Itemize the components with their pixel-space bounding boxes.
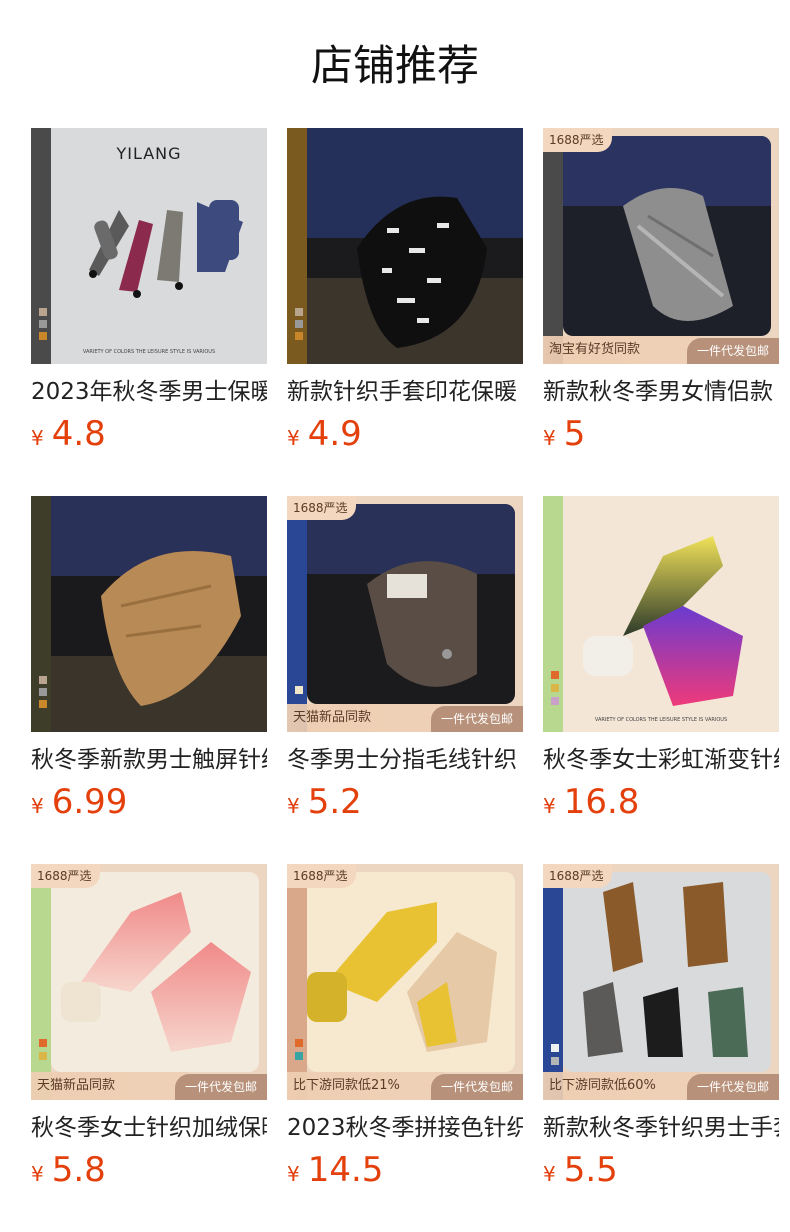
product-card[interactable]: 1688严选 天猫新品同款 一件代发包邮 冬季男士分指毛线针织 ¥ 5.2 <box>287 496 523 822</box>
price-row: ¥ 4.9 <box>287 414 523 454</box>
multi-pairs-gloves-icon <box>583 882 748 1057</box>
shipping-label: 一件代发包邮 <box>431 706 523 732</box>
product-card[interactable]: 新款针织手套印花保暖 ¥ 4.9 <box>287 128 523 454</box>
pink-gradient-gloves-icon <box>61 892 251 1052</box>
currency-symbol: ¥ <box>31 1162 44 1186</box>
product-image[interactable]: YILANG VARIETY OF COLORS THE LEISURE STY… <box>31 128 267 364</box>
currency-symbol: ¥ <box>543 794 556 818</box>
product-price: 5 <box>563 414 586 454</box>
currency-symbol: ¥ <box>287 794 300 818</box>
product-title[interactable]: 2023秋冬季拼接色针织 <box>287 1112 523 1144</box>
yellow-khaki-gloves-icon <box>307 902 497 1052</box>
product-image[interactable]: 1688严选 比下游同款低21% 一件代发包邮 <box>287 864 523 1100</box>
badge-1688: 1688严选 <box>287 496 356 520</box>
printed-black-glove-icon <box>307 128 523 364</box>
product-image[interactable]: 1688严选 天猫新品同款 一件代发包邮 <box>31 864 267 1100</box>
product-card[interactable]: 1688严选 比下游同款低60% 一件代发包邮 新款秋冬季针织男士手套 ¥ 5.… <box>543 864 779 1190</box>
product-card[interactable]: 秋冬季新款男士触屏针织 ¥ 6.99 <box>31 496 267 822</box>
page-title: 店铺推荐 <box>310 41 479 90</box>
badge-1688: 1688严选 <box>31 864 100 888</box>
promo-label: 比下游同款低21% <box>287 1072 443 1100</box>
price-row: ¥ 16.8 <box>543 782 779 822</box>
grey-knit-glove-icon <box>563 136 771 321</box>
product-title[interactable]: 新款秋冬季男女情侣款 <box>543 376 779 408</box>
currency-symbol: ¥ <box>543 1162 556 1186</box>
promo-label: 比下游同款低60% <box>543 1072 699 1100</box>
multicolor-gloves-icon <box>89 200 243 298</box>
product-title[interactable]: 冬季男士分指毛线针织 <box>287 744 523 776</box>
currency-symbol: ¥ <box>31 794 44 818</box>
shipping-label: 一件代发包邮 <box>687 338 779 364</box>
promo-label: 天猫新品同款 <box>31 1072 187 1100</box>
price-row: ¥ 5.2 <box>287 782 523 822</box>
product-image[interactable]: 1688严选 淘宝有好货同款 一件代发包邮 <box>543 128 779 364</box>
price-row: ¥ 6.99 <box>31 782 267 822</box>
brown-touch-glove-icon <box>307 504 515 687</box>
shipping-label: 一件代发包邮 <box>687 1074 779 1100</box>
product-title[interactable]: 新款秋冬季针织男士手套 <box>543 1112 779 1144</box>
camel-knit-glove-icon <box>51 496 267 732</box>
price-row: ¥ 14.5 <box>287 1150 523 1190</box>
shipping-label: 一件代发包邮 <box>175 1074 267 1100</box>
product-grid: YILANG VARIETY OF COLORS THE LEISURE STY… <box>31 128 779 1190</box>
product-image[interactable] <box>287 128 523 364</box>
product-image[interactable]: 1688严选 比下游同款低60% 一件代发包邮 <box>543 864 779 1100</box>
product-title[interactable]: 2023年秋冬季男士保暖针织手套 <box>31 376 267 408</box>
product-title[interactable]: 秋冬季女士针织加绒保暖 <box>31 1112 267 1144</box>
product-card[interactable]: YILANG VARIETY OF COLORS THE LEISURE STY… <box>31 128 267 454</box>
product-price: 14.5 <box>307 1150 384 1190</box>
shipping-label: 一件代发包邮 <box>431 1074 523 1100</box>
currency-symbol: ¥ <box>287 426 300 450</box>
product-image[interactable]: 1688严选 天猫新品同款 一件代发包邮 <box>287 496 523 732</box>
price-row: ¥ 5.5 <box>543 1150 779 1190</box>
promo-label: 天猫新品同款 <box>287 704 443 732</box>
product-price: 5.5 <box>563 1150 618 1190</box>
product-card[interactable]: VARIETY OF COLORS THE LEISURE STYLE IS V… <box>543 496 779 822</box>
badge-1688: 1688严选 <box>543 128 612 152</box>
product-card[interactable]: 1688严选 比下游同款低21% 一件代发包邮 2023秋冬季拼接色针织 ¥ 1… <box>287 864 523 1190</box>
product-price: 4.9 <box>307 414 362 454</box>
currency-symbol: ¥ <box>287 1162 300 1186</box>
image-tagline: VARIETY OF COLORS THE LEISURE STYLE IS V… <box>594 717 728 723</box>
product-price: 6.99 <box>51 782 128 822</box>
product-price: 16.8 <box>563 782 640 822</box>
product-image[interactable] <box>31 496 267 732</box>
image-tagline: VARIETY OF COLORS THE LEISURE STYLE IS V… <box>82 349 216 355</box>
product-card[interactable]: 1688严选 天猫新品同款 一件代发包邮 秋冬季女士针织加绒保暖 ¥ 5.8 <box>31 864 267 1190</box>
price-row: ¥ 5.8 <box>31 1150 267 1190</box>
product-price: 4.8 <box>51 414 106 454</box>
price-row: ¥ 4.8 <box>31 414 267 454</box>
product-price: 5.8 <box>51 1150 106 1190</box>
product-image[interactable]: VARIETY OF COLORS THE LEISURE STYLE IS V… <box>543 496 779 732</box>
currency-symbol: ¥ <box>543 426 556 450</box>
product-title[interactable]: 秋冬季新款男士触屏针织 <box>31 744 267 776</box>
product-title[interactable]: 秋冬季女士彩虹渐变针织 <box>543 744 779 776</box>
gradient-gloves-icon <box>583 536 743 706</box>
promo-label: 淘宝有好货同款 <box>543 336 699 364</box>
badge-1688: 1688严选 <box>287 864 356 888</box>
product-card[interactable]: 1688严选 淘宝有好货同款 一件代发包邮 新款秋冬季男女情侣款 ¥ 5 <box>543 128 779 454</box>
product-price: 5.2 <box>307 782 362 822</box>
currency-symbol: ¥ <box>31 426 44 450</box>
price-row: ¥ 5 <box>543 414 779 454</box>
product-title[interactable]: 新款针织手套印花保暖 <box>287 376 523 408</box>
badge-1688: 1688严选 <box>543 864 612 888</box>
